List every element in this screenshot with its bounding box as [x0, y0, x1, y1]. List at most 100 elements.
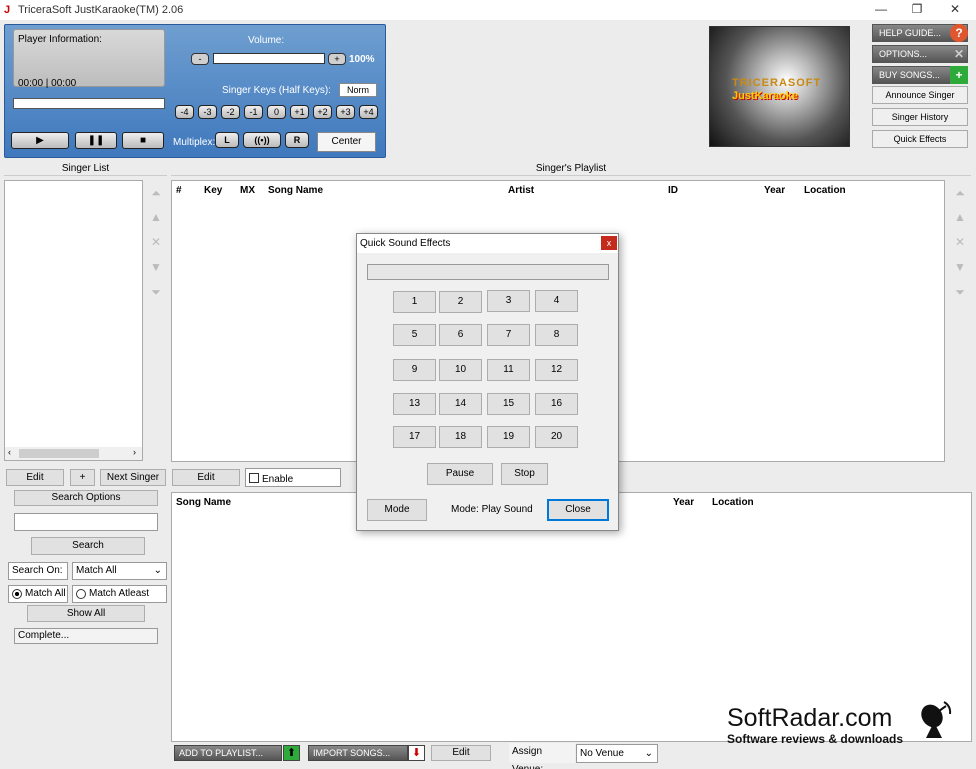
key-button[interactable]: +1 — [290, 105, 309, 119]
restore-button[interactable]: ❐ — [902, 0, 932, 20]
dialog-close-icon[interactable]: x — [601, 236, 617, 250]
search-on-select[interactable]: Match All ⌄ — [72, 562, 167, 580]
dialog-close-button[interactable]: Close — [547, 499, 609, 521]
effect-button[interactable]: 12 — [535, 359, 578, 381]
key-button[interactable]: -4 — [175, 105, 194, 119]
minimize-button[interactable]: — — [866, 0, 896, 20]
effect-button[interactable]: 16 — [535, 393, 578, 415]
venue-select[interactable]: No Venue ⌄ — [576, 744, 658, 763]
search-options-button[interactable]: Search Options — [14, 490, 158, 506]
effect-button[interactable]: 14 — [439, 393, 482, 415]
move-top-icon[interactable]: ⏶ — [147, 184, 165, 202]
col-mx[interactable]: MX — [240, 185, 255, 196]
effect-button[interactable]: 13 — [393, 393, 436, 415]
key-button[interactable]: +3 — [336, 105, 355, 119]
help-guide-button[interactable]: HELP GUIDE... ? — [872, 24, 968, 42]
arrow-up-icon[interactable]: ⬆ — [283, 745, 300, 761]
effect-button[interactable]: 17 — [393, 426, 436, 448]
mode-button[interactable]: Mode — [367, 499, 427, 521]
volume-up-button[interactable]: + — [328, 53, 346, 65]
buy-songs-button[interactable]: BUY SONGS... + — [872, 66, 968, 84]
effect-button[interactable]: 19 — [487, 426, 530, 448]
move-bottom-icon[interactable]: ⏷ — [147, 283, 165, 301]
play-button[interactable]: ▶ — [11, 132, 69, 149]
singer-history-button[interactable]: Singer History — [872, 108, 968, 126]
add-singer-button[interactable]: + — [70, 469, 95, 486]
radio-empty-icon[interactable] — [76, 589, 86, 599]
move-down-icon[interactable]: ▼ — [147, 258, 165, 276]
scroll-left-icon[interactable]: ‹ — [8, 447, 11, 457]
search-input[interactable] — [14, 513, 158, 531]
options-button[interactable]: OPTIONS... ✕ — [872, 45, 968, 63]
search-button[interactable]: Search — [31, 537, 145, 555]
effect-button[interactable]: 15 — [487, 393, 530, 415]
effect-button[interactable]: 1 — [393, 291, 436, 313]
col-id[interactable]: ID — [668, 185, 678, 196]
match-atleast-radio[interactable]: Match Atleast One — [72, 585, 167, 615]
multiplex-left-button[interactable]: L — [215, 132, 239, 148]
singer-edit-button[interactable]: Edit — [6, 469, 64, 486]
remove-icon[interactable]: ✕ — [147, 233, 165, 251]
col-number[interactable]: # — [176, 185, 182, 196]
playlist-bottom-icon[interactable]: ⏷ — [951, 283, 969, 301]
scroll-right-icon[interactable]: › — [133, 447, 136, 457]
col-location[interactable]: Location — [804, 185, 846, 196]
effect-button[interactable]: 3 — [487, 290, 530, 312]
effect-button[interactable]: 4 — [535, 290, 578, 312]
enable-checkbox[interactable] — [249, 473, 259, 483]
enable-checkbox-container[interactable]: Enable — [245, 468, 341, 487]
pause-button[interactable]: ❚❚ — [75, 132, 117, 149]
key-button[interactable]: +2 — [313, 105, 332, 119]
effect-button[interactable]: 6 — [439, 324, 482, 346]
match-all-radio[interactable]: Match All — [8, 585, 68, 603]
results-col-location[interactable]: Location — [712, 497, 754, 508]
multiplex-right-button[interactable]: R — [285, 132, 309, 148]
move-up-icon[interactable]: ▲ — [147, 208, 165, 226]
volume-down-button[interactable]: - — [191, 53, 209, 65]
radio-selected-icon[interactable] — [12, 589, 22, 599]
announce-singer-button[interactable]: Announce Singer — [872, 86, 968, 104]
results-col-song-name[interactable]: Song Name — [176, 497, 231, 508]
col-year[interactable]: Year — [764, 185, 785, 196]
playlist-top-icon[interactable]: ⏶ — [951, 184, 969, 202]
scroll-thumb[interactable] — [19, 449, 99, 458]
singer-list[interactable]: ‹ › — [4, 180, 143, 461]
close-window-button[interactable]: ✕ — [940, 0, 970, 20]
playlist-down-icon[interactable]: ▼ — [951, 258, 969, 276]
effect-button[interactable]: 2 — [439, 291, 482, 313]
arrow-down-icon[interactable]: ⬇ — [408, 745, 425, 761]
col-song-name[interactable]: Song Name — [268, 185, 323, 196]
add-to-playlist-button[interactable]: ADD TO PLAYLIST... — [174, 745, 282, 761]
volume-slider[interactable] — [213, 53, 325, 64]
playlist-remove-icon[interactable]: ✕ — [951, 233, 969, 251]
key-button[interactable]: -3 — [198, 105, 217, 119]
key-button[interactable]: 0 — [267, 105, 286, 119]
effect-button[interactable]: 11 — [487, 359, 530, 381]
playlist-up-icon[interactable]: ▲ — [951, 208, 969, 226]
effect-button[interactable]: 18 — [439, 426, 482, 448]
key-button[interactable]: -2 — [221, 105, 240, 119]
effect-button[interactable]: 9 — [393, 359, 436, 381]
song-progress-bar[interactable] — [13, 98, 165, 109]
import-songs-button[interactable]: IMPORT SONGS... — [308, 745, 408, 761]
playlist-edit-button[interactable]: Edit — [172, 469, 240, 486]
effect-button[interactable]: 10 — [439, 359, 482, 381]
col-key[interactable]: Key — [204, 185, 222, 196]
next-singer-button[interactable]: Next Singer — [100, 469, 166, 486]
effect-button[interactable]: 7 — [487, 324, 530, 346]
singer-list-scrollbar[interactable]: ‹ › — [5, 447, 142, 460]
dialog-pause-button[interactable]: Pause — [427, 463, 493, 485]
bottom-edit-button[interactable]: Edit — [431, 745, 491, 761]
col-artist[interactable]: Artist — [508, 185, 534, 196]
results-col-year[interactable]: Year — [673, 497, 694, 508]
effect-button[interactable]: 20 — [535, 426, 578, 448]
show-all-button[interactable]: Show All — [27, 605, 145, 622]
key-button[interactable]: +4 — [359, 105, 378, 119]
dialog-stop-button[interactable]: Stop — [501, 463, 548, 485]
multiplex-both-button[interactable]: ((•)) — [243, 132, 281, 148]
stop-button[interactable]: ■ — [122, 132, 164, 149]
effect-button[interactable]: 8 — [535, 324, 578, 346]
key-button[interactable]: -1 — [244, 105, 263, 119]
quick-effects-button[interactable]: Quick Effects — [872, 130, 968, 148]
effect-button[interactable]: 5 — [393, 324, 436, 346]
